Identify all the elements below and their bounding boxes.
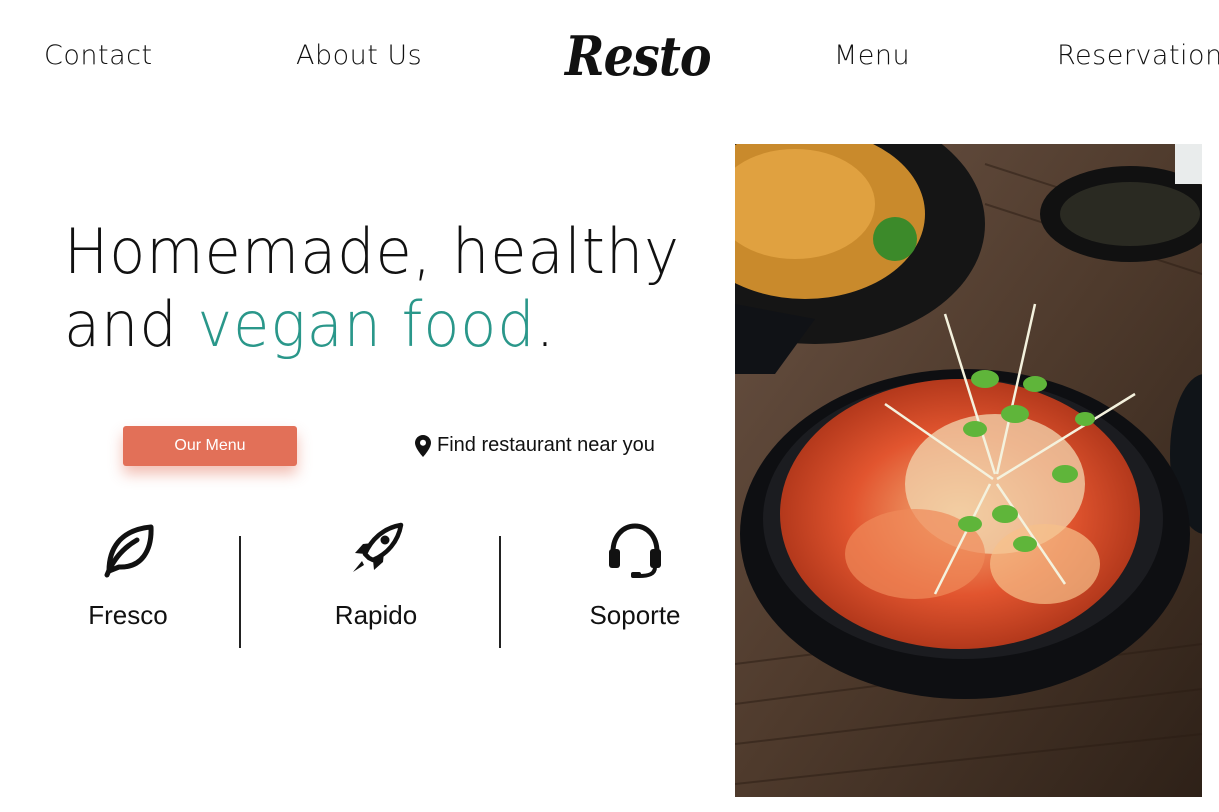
- rocket-icon: [353, 522, 404, 572]
- hero-title-line2-suffix: .: [535, 288, 556, 361]
- hero-title-accent: vegan food: [197, 288, 536, 361]
- feature-label: Fresco: [88, 600, 168, 630]
- feature-fresco: Fresco: [48, 520, 208, 631]
- our-menu-button[interactable]: Our Menu: [123, 426, 297, 466]
- find-restaurant-label: Find restaurant near you: [437, 434, 655, 456]
- nav-menu-link[interactable]: Menu: [834, 40, 910, 71]
- feature-label: Rapido: [334, 600, 418, 630]
- brand-logo[interactable]: Resto: [565, 24, 712, 88]
- hero-title: Homemade, healthy and vegan food.: [64, 215, 680, 361]
- headset-icon: [609, 523, 661, 578]
- feature-divider: [239, 536, 241, 648]
- hero-title-line1: Homemade, healthy: [64, 215, 680, 288]
- feature-rapido: Rapido: [296, 520, 456, 631]
- feature-soporte: Soporte: [555, 520, 715, 631]
- food-photo-illustration: [735, 144, 1202, 797]
- feature-label: Soporte: [589, 600, 681, 630]
- nav-reservation-link[interactable]: Reservation: [1057, 40, 1219, 71]
- map-pin-icon: [415, 434, 431, 457]
- hero-title-line2-prefix: and: [64, 288, 198, 361]
- nav-about-link[interactable]: About Us: [296, 40, 422, 71]
- find-restaurant-link[interactable]: Find restaurant near you: [415, 434, 655, 457]
- nav-contact-link[interactable]: Contact: [44, 40, 153, 71]
- feature-divider: [499, 536, 501, 648]
- leaf-icon: [104, 524, 154, 578]
- hero-food-image: [735, 144, 1202, 797]
